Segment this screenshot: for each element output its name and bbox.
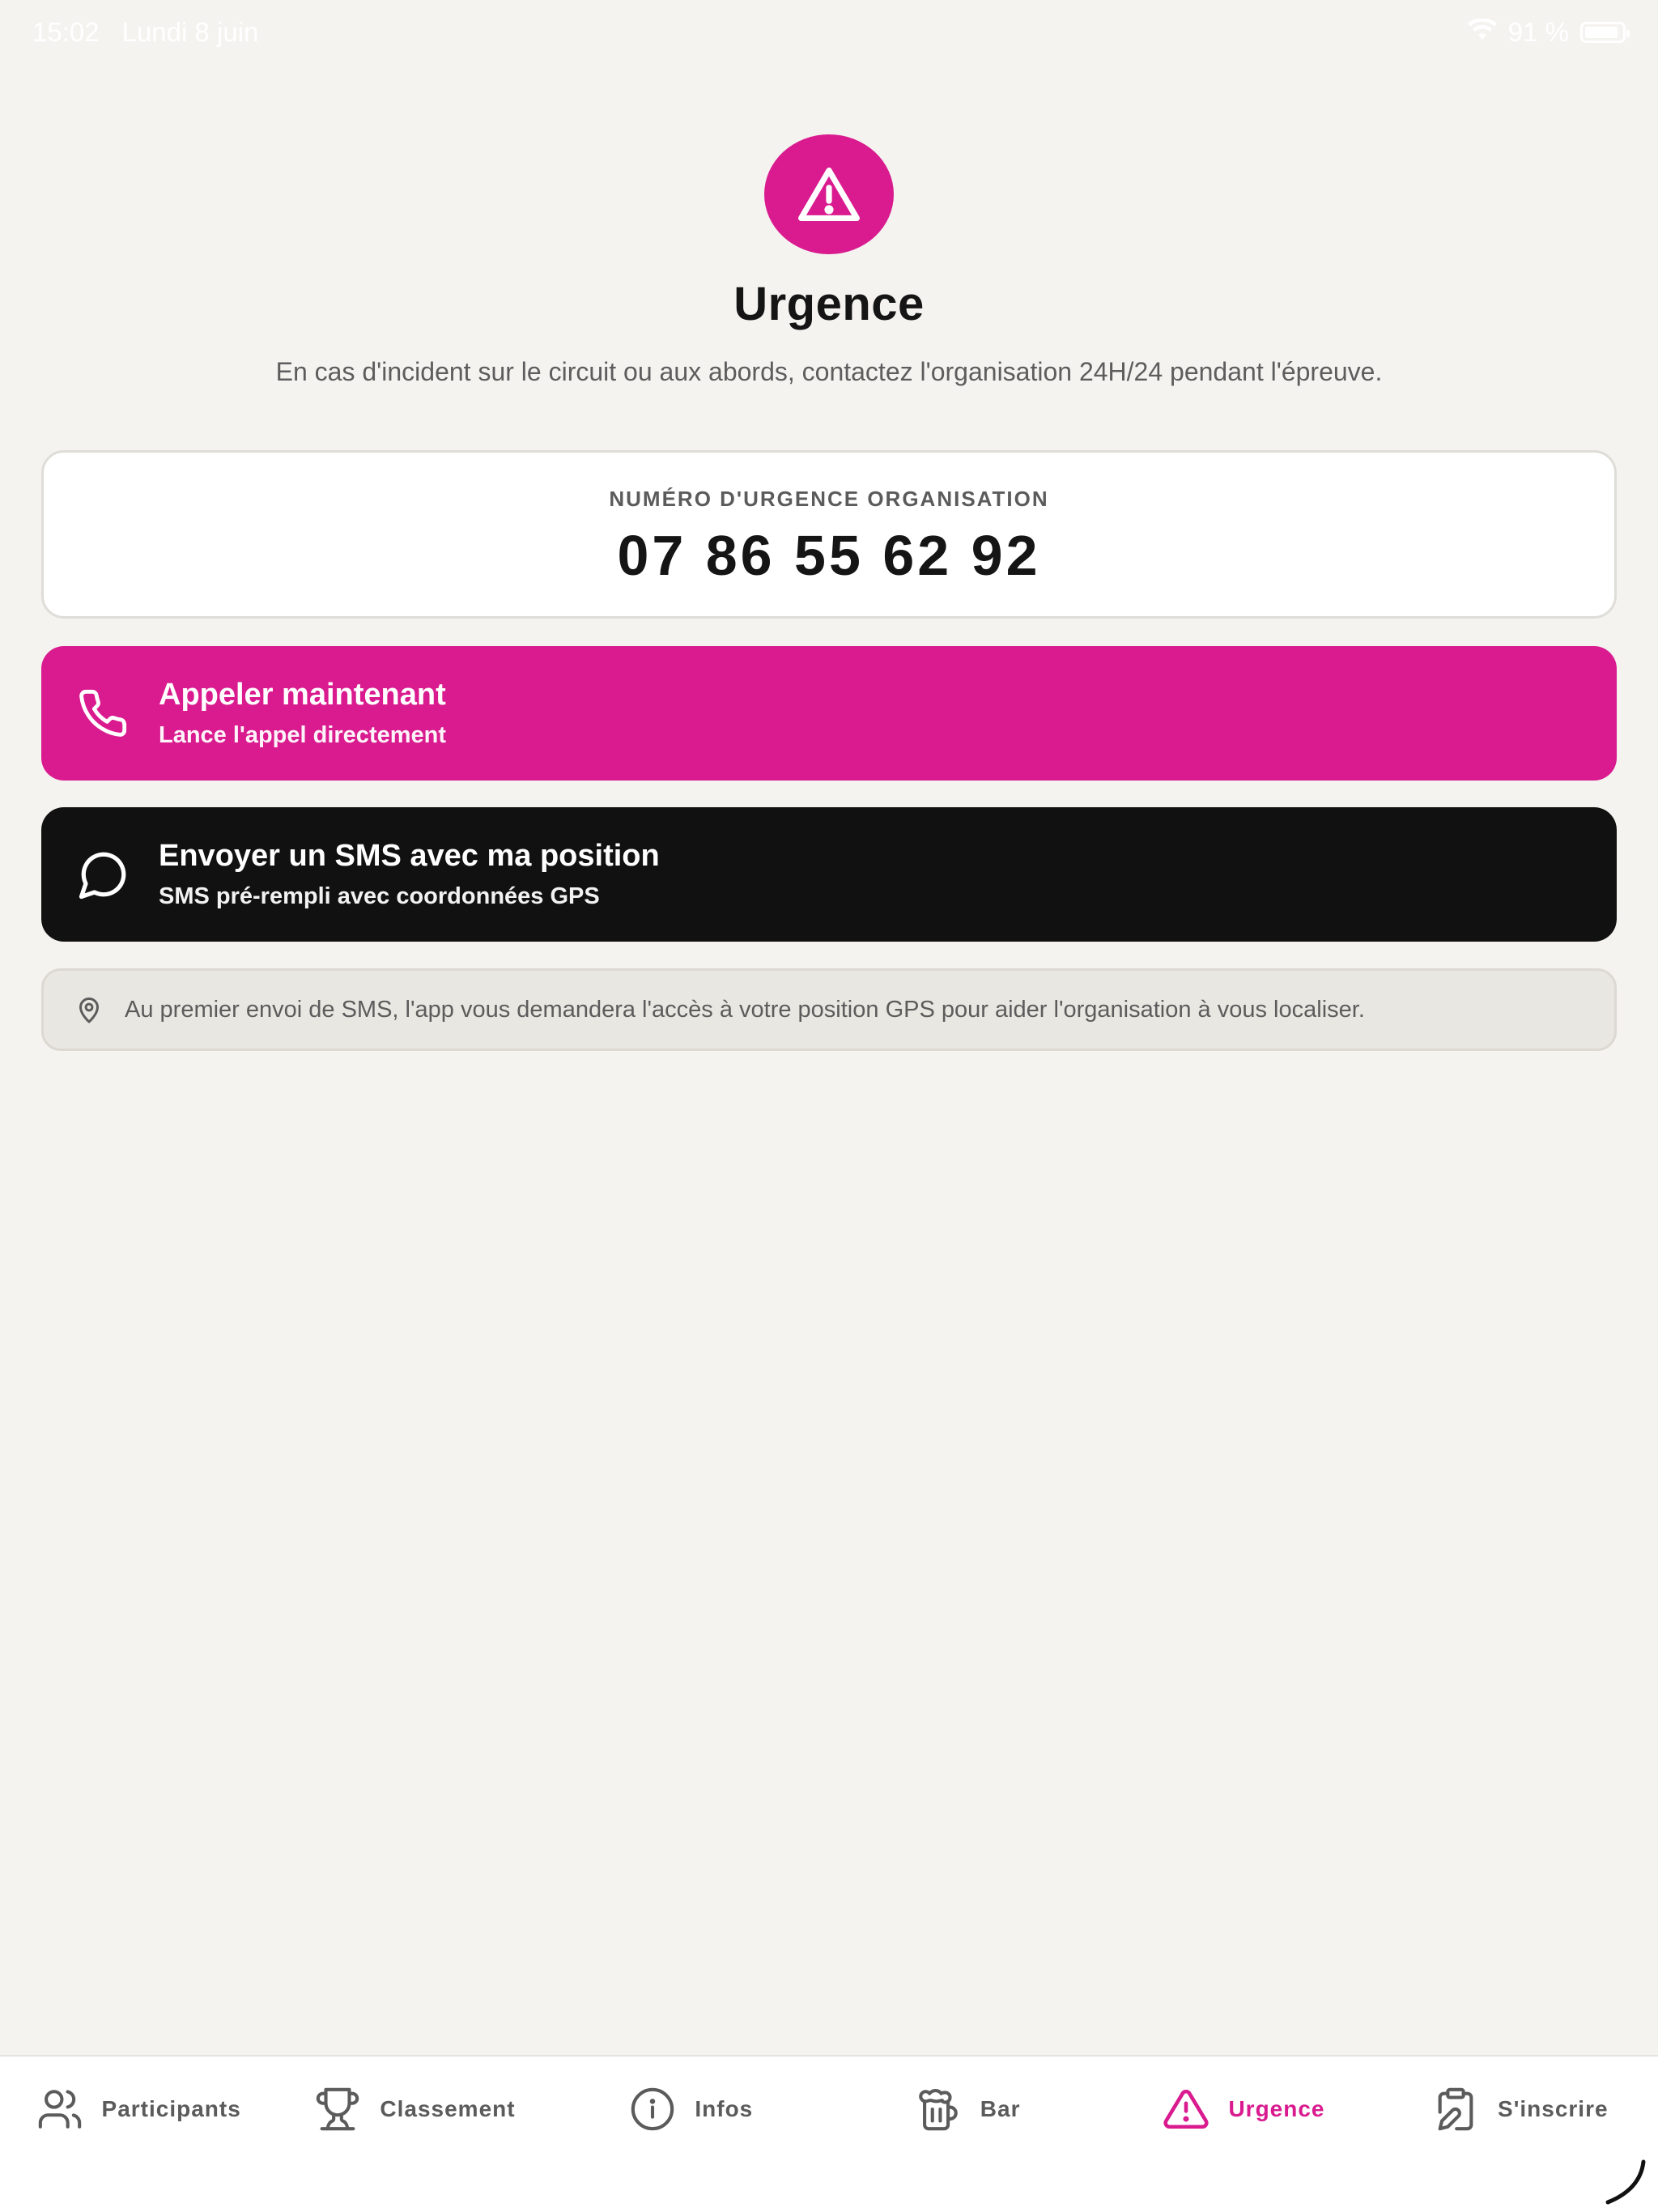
tab-label: Infos — [695, 2096, 754, 2121]
gps-info-note: Au premier envoi de SMS, l'app vous dema… — [41, 968, 1617, 1051]
tab-bar[interactable]: Bar — [829, 2057, 1105, 2212]
tab-label: Bar — [980, 2096, 1021, 2121]
wifi-icon — [1467, 17, 1497, 48]
tab-label: Classement — [380, 2096, 516, 2121]
call-button-title: Appeler maintenant — [159, 678, 446, 712]
call-button-subtitle: Lance l'appel directement — [159, 722, 447, 748]
message-bubble-icon — [77, 848, 158, 901]
tab-label: Participants — [101, 2096, 241, 2121]
page-title: Urgence — [733, 278, 925, 330]
call-now-button[interactable]: Appeler maintenant Lance l'appel directe… — [41, 646, 1617, 781]
tab-urgence[interactable]: Urgence — [1105, 2057, 1381, 2212]
battery-percent: 91 % — [1507, 17, 1569, 47]
gps-note-text: Au premier envoi de SMS, l'app vous dema… — [125, 996, 1365, 1023]
bottom-tab-bar: Participants Classement Infos Bar Urgenc… — [0, 2055, 1658, 2212]
info-icon — [628, 2086, 677, 2138]
battery-icon — [1580, 22, 1630, 43]
emergency-number-card: NUMÉRO D'URGENCE ORGANISATION 07 86 55 6… — [41, 450, 1617, 619]
beer-mug-icon — [914, 2086, 963, 2138]
send-sms-button[interactable]: Envoyer un SMS avec ma position SMS pré-… — [41, 807, 1617, 942]
emergency-number-label: NUMÉRO D'URGENCE ORGANISATION — [609, 487, 1049, 511]
status-date: Lundi 8 juin — [121, 17, 259, 47]
emergency-number-value: 07 86 55 62 92 — [617, 524, 1041, 587]
tab-infos[interactable]: Infos — [553, 2057, 829, 2212]
users-icon — [36, 2086, 84, 2138]
location-pin-icon — [74, 995, 104, 1024]
clipboard-edit-icon — [1431, 2086, 1480, 2138]
status-time: 15:02 — [32, 17, 100, 47]
tab-classement[interactable]: Classement — [276, 2057, 552, 2212]
loading-spinner-icon — [1605, 2159, 1646, 2205]
page-subtitle: En cas d'incident sur le circuit ou aux … — [275, 357, 1383, 386]
warning-triangle-icon — [1162, 2086, 1210, 2138]
tab-label: S'inscrire — [1498, 2096, 1609, 2121]
header: Urgence En cas d'incident sur le circuit… — [0, 134, 1658, 387]
warning-triangle-icon — [764, 134, 894, 254]
tab-participants[interactable]: Participants — [0, 2057, 276, 2212]
sms-button-subtitle: SMS pré-rempli avec coordonnées GPS — [159, 883, 600, 909]
tab-label: Urgence — [1228, 2096, 1325, 2121]
status-bar: 15:02 Lundi 8 juin 91 % — [0, 0, 1658, 65]
sms-button-title: Envoyer un SMS avec ma position — [159, 839, 660, 873]
trophy-icon — [313, 2086, 362, 2138]
phone-icon — [77, 687, 158, 739]
